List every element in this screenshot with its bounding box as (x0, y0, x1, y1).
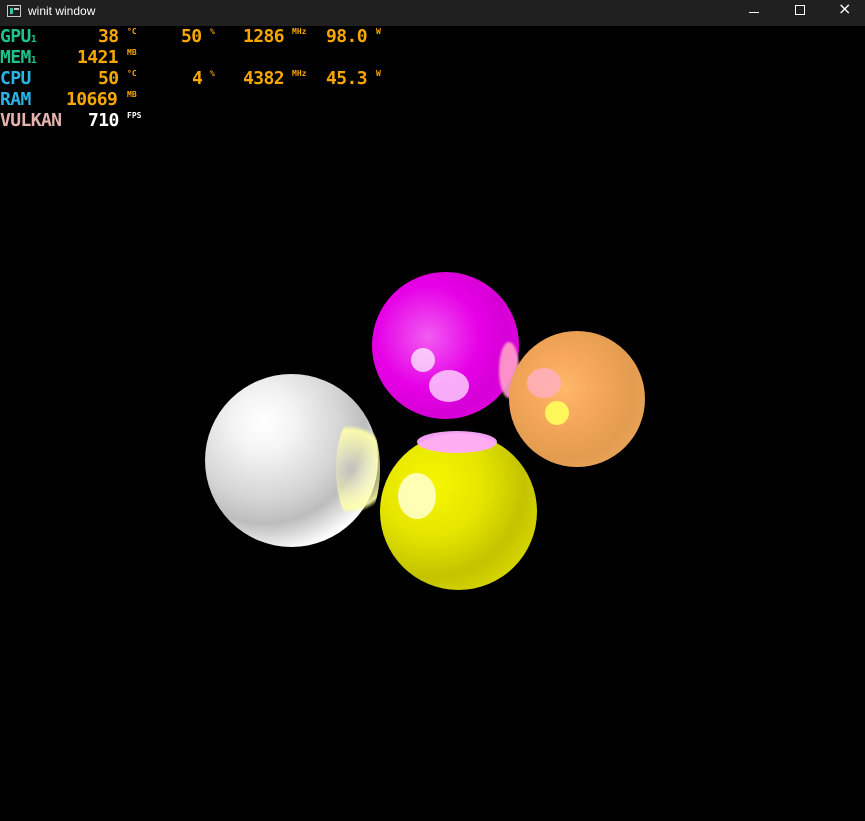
gpu-clock-unit: MHz (292, 27, 307, 36)
cpu-load: 4 (192, 68, 203, 89)
gpu-load-unit: % (210, 27, 215, 36)
gpu-memory-used: 1421 (77, 47, 119, 68)
gpu-clock: 1286 (243, 26, 285, 47)
hud-label-subscript: 1 (30, 55, 37, 66)
cpu-power-unit: W (376, 69, 381, 78)
cpu-load-unit: % (210, 69, 215, 78)
hud-label-vulkan: VULKAN (0, 110, 62, 131)
white-sphere (205, 374, 380, 547)
gpu-power-unit: W (376, 27, 381, 36)
ram-unit: MB (127, 90, 137, 99)
orange-sphere (509, 331, 645, 467)
yellow-sphere-top-reflection (417, 431, 497, 453)
hud-label-text: GPU (0, 26, 31, 47)
cpu-temperature: 50 (98, 68, 119, 89)
cpu-clock: 4382 (243, 68, 285, 89)
gpu-temperature-unit: °C (127, 27, 137, 36)
orange-highlight-1 (527, 368, 561, 398)
app-window-icon (7, 5, 21, 17)
yellow-highlight (398, 473, 436, 519)
hud-label-gpu: GPU1 (0, 26, 37, 47)
magenta-highlight-2 (429, 370, 469, 402)
gpu-memory-unit: MB (127, 48, 137, 57)
performance-overlay: GPU1 38 °C 50 % 1286 MHz 98.0 W MEM1 142… (0, 26, 420, 136)
hud-label-text: RAM (0, 89, 31, 110)
hud-label-text: MEM (0, 47, 31, 68)
maximize-icon (795, 5, 805, 15)
gpu-load: 50 (181, 26, 202, 47)
hud-label-mem: MEM1 (0, 47, 37, 68)
fps-unit: FPS (127, 111, 142, 120)
maximize-button[interactable] (777, 0, 823, 26)
hud-label-ram: RAM (0, 89, 31, 110)
title-bar[interactable]: winit window × (0, 0, 865, 26)
cpu-temperature-unit: °C (127, 69, 137, 78)
close-button[interactable]: × (823, 0, 865, 26)
gpu-power: 98.0 (326, 26, 368, 47)
hud-label-text: CPU (0, 68, 31, 89)
close-icon: × (838, 0, 852, 18)
render-viewport[interactable] (0, 26, 865, 821)
white-sphere-rim-light (336, 414, 380, 524)
hud-label-cpu: CPU (0, 68, 31, 89)
fps-value: 710 (88, 110, 119, 131)
minimize-icon (749, 12, 759, 13)
ram-used: 10669 (66, 89, 118, 110)
gpu-temperature: 38 (98, 26, 119, 47)
yellow-sphere (380, 431, 537, 590)
magenta-highlight-1 (411, 348, 435, 372)
magenta-sphere (372, 272, 519, 419)
minimize-button[interactable] (731, 0, 777, 26)
orange-highlight-2 (545, 401, 569, 425)
cpu-clock-unit: MHz (292, 69, 307, 78)
cpu-power: 45.3 (326, 68, 368, 89)
hud-label-subscript: 1 (30, 34, 37, 45)
window-title: winit window (28, 4, 96, 18)
hud-label-text: VULKAN (0, 110, 62, 131)
